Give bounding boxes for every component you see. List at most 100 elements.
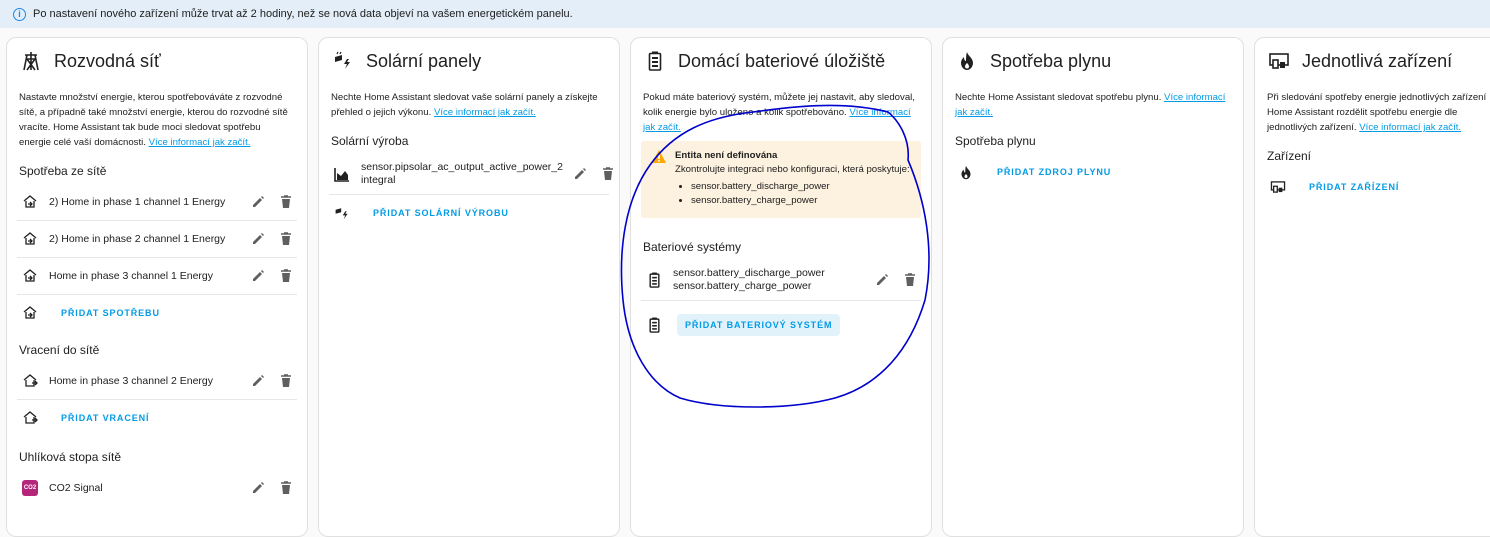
trash-icon[interactable]: [899, 269, 921, 291]
battery-systems-title: Bateriové systémy: [643, 240, 742, 254]
grid-learn-more-link[interactable]: Více informací jak začít.: [149, 137, 251, 148]
pencil-icon[interactable]: [247, 370, 269, 392]
devices-card-header: Jednotlivá zařízení: [1255, 38, 1490, 84]
warning-entity-item: sensor.battery_charge_power: [691, 194, 910, 208]
battery-system-discharge: sensor.battery_discharge_power: [673, 267, 825, 279]
banner-text: Po nastavení nového zařízení může trvat …: [33, 8, 573, 20]
trash-icon[interactable]: [597, 163, 619, 185]
add-gas-row: PŘIDAT ZDROJ PLYNU: [953, 154, 1233, 190]
add-consumption-row: PŘIDAT SPOTŘEBU: [17, 295, 297, 331]
grid-import-icon: [21, 193, 39, 211]
trash-icon[interactable]: [275, 265, 297, 287]
add-gas-source-button[interactable]: PŘIDAT ZDROJ PLYNU: [989, 161, 1119, 183]
warning-entity-list: sensor.battery_discharge_power sensor.ba…: [675, 180, 910, 208]
solar-description: Nechte Home Assistant sledovat vaše solá…: [319, 90, 619, 120]
add-solar-row: PŘIDAT SOLÁRNÍ VÝROBU: [329, 195, 609, 231]
devices-icon: [1268, 50, 1290, 72]
gas-description-text: Nechte Home Assistant sledovat spotřebu …: [955, 92, 1165, 103]
gas-section-title: Spotřeba plynu: [955, 134, 1036, 148]
co2-signal-icon: CO2: [21, 479, 39, 497]
add-battery-system-button[interactable]: PŘIDAT BATERIOVÝ SYSTÉM: [677, 314, 841, 336]
grid-export-icon: [21, 372, 39, 390]
grid-card: Rozvodná síť Nastavte množství energie, …: [6, 37, 308, 537]
grid-card-header: Rozvodná síť: [7, 38, 307, 84]
battery-icon: [645, 316, 663, 334]
solar-card-title: Solární panely: [366, 50, 482, 71]
battery-card-header: Domácí bateriové úložiště: [631, 38, 931, 84]
grid-return-row: Home in phase 3 channel 2 Energy: [17, 363, 297, 400]
pencil-icon[interactable]: [569, 163, 591, 185]
grid-consumption-label: 2) Home in phase 2 channel 1 Energy: [49, 232, 226, 245]
grid-co2-title: Uhlíková stopa sítě: [19, 450, 122, 464]
gas-card-title: Spotřeba plynu: [990, 50, 1112, 71]
pencil-icon[interactable]: [247, 228, 269, 250]
grid-consumption-row: 2) Home in phase 1 channel 1 Energy: [17, 184, 297, 221]
warning-body: Entita není definována Zkontrolujte inte…: [675, 149, 910, 208]
warning-icon: [651, 149, 667, 165]
gas-description: Nechte Home Assistant sledovat spotřebu …: [943, 90, 1243, 120]
warning-title: Entita není definována: [675, 150, 778, 161]
co2-signal-icon-text: CO2: [22, 480, 38, 496]
devices-icon: [1269, 178, 1287, 196]
grid-import-icon: [21, 267, 39, 285]
solar-production-label: sensor.pipsolar_ac_output_active_power_2…: [361, 161, 563, 186]
solar-power-icon: [332, 50, 354, 72]
gas-card-header: Spotřeba plynu: [943, 38, 1243, 84]
battery-card-title: Domácí bateriové úložiště: [678, 50, 886, 71]
add-return-button[interactable]: PŘIDAT VRACENÍ: [53, 407, 157, 429]
pencil-icon[interactable]: [247, 265, 269, 287]
pencil-icon[interactable]: [871, 269, 893, 291]
grid-import-icon: [21, 304, 39, 322]
battery-card: Domácí bateriové úložiště Pokud máte bat…: [630, 37, 932, 537]
battery-system-row: sensor.battery_discharge_power sensor.ba…: [641, 260, 921, 301]
battery-icon: [645, 271, 663, 289]
add-consumption-button[interactable]: PŘIDAT SPOTŘEBU: [53, 302, 168, 324]
grid-consumption-label: Home in phase 3 channel 1 Energy: [49, 269, 214, 282]
grid-co2-row: CO2 CO2 Signal: [17, 470, 297, 506]
grid-consumption-label: 2) Home in phase 1 channel 1 Energy: [49, 195, 226, 208]
trash-icon[interactable]: [275, 228, 297, 250]
devices-card: Jednotlivá zařízení Při sledování spotře…: [1254, 37, 1490, 537]
grid-co2-label: CO2 Signal: [49, 481, 103, 494]
add-return-row: PŘIDAT VRACENÍ: [17, 400, 297, 436]
info-banner: i Po nastavení nového zařízení může trva…: [0, 0, 1490, 28]
solar-learn-more-link[interactable]: Více informací jak začít.: [434, 107, 536, 118]
devices-card-title: Jednotlivá zařízení: [1302, 50, 1453, 71]
devices-section-title: Zařízení: [1267, 149, 1312, 163]
devices-learn-more-link[interactable]: Více informací jak začít.: [1359, 122, 1461, 133]
battery-icon: [644, 50, 666, 72]
grid-return-title: Vracení do sítě: [19, 343, 100, 357]
add-device-button[interactable]: PŘIDAT ZAŘÍZENÍ: [1301, 176, 1407, 198]
gas-card: Spotřeba plynu Nechte Home Assistant sle…: [942, 37, 1244, 537]
pencil-icon[interactable]: [247, 477, 269, 499]
add-device-row: PŘIDAT ZAŘÍZENÍ: [1265, 169, 1490, 205]
solar-production-row: sensor.pipsolar_ac_output_active_power_2…: [329, 154, 613, 195]
devices-description: Při sledování spotřeby energie jednotliv…: [1255, 90, 1490, 135]
chart-area-icon: [333, 165, 351, 183]
warning-entity-item: sensor.battery_discharge_power: [691, 180, 910, 194]
trash-icon[interactable]: [275, 477, 297, 499]
grid-return-label: Home in phase 3 channel 2 Energy: [49, 374, 214, 387]
grid-consumption-row: Home in phase 3 channel 1 Energy: [17, 258, 297, 295]
pencil-icon[interactable]: [247, 191, 269, 213]
solar-power-icon: [333, 204, 351, 222]
info-icon: i: [13, 7, 26, 21]
solar-production-title: Solární výroba: [331, 134, 409, 148]
grid-consumption-title: Spotřeba ze sítě: [19, 164, 107, 178]
grid-import-icon: [21, 230, 39, 248]
transmission-tower-icon: [20, 50, 42, 72]
battery-system-charge: sensor.battery_charge_power: [673, 280, 812, 292]
battery-description: Pokud máte bateriový systém, můžete jej …: [631, 90, 931, 135]
grid-consumption-row: 2) Home in phase 2 channel 1 Energy: [17, 221, 297, 258]
add-battery-row: PŘIDAT BATERIOVÝ SYSTÉM: [641, 307, 921, 343]
grid-export-icon: [21, 409, 39, 427]
trash-icon[interactable]: [275, 191, 297, 213]
solar-card: Solární panely Nechte Home Assistant sle…: [318, 37, 620, 537]
warning-text: Zkontrolujte integraci nebo konfiguraci,…: [675, 164, 910, 175]
fire-icon: [956, 50, 978, 72]
trash-icon[interactable]: [275, 370, 297, 392]
add-solar-production-button[interactable]: PŘIDAT SOLÁRNÍ VÝROBU: [365, 202, 517, 224]
battery-system-label: sensor.battery_discharge_power sensor.ba…: [673, 267, 865, 293]
entity-warning: Entita není definována Zkontrolujte inte…: [641, 141, 921, 218]
solar-card-header: Solární panely: [319, 38, 619, 84]
